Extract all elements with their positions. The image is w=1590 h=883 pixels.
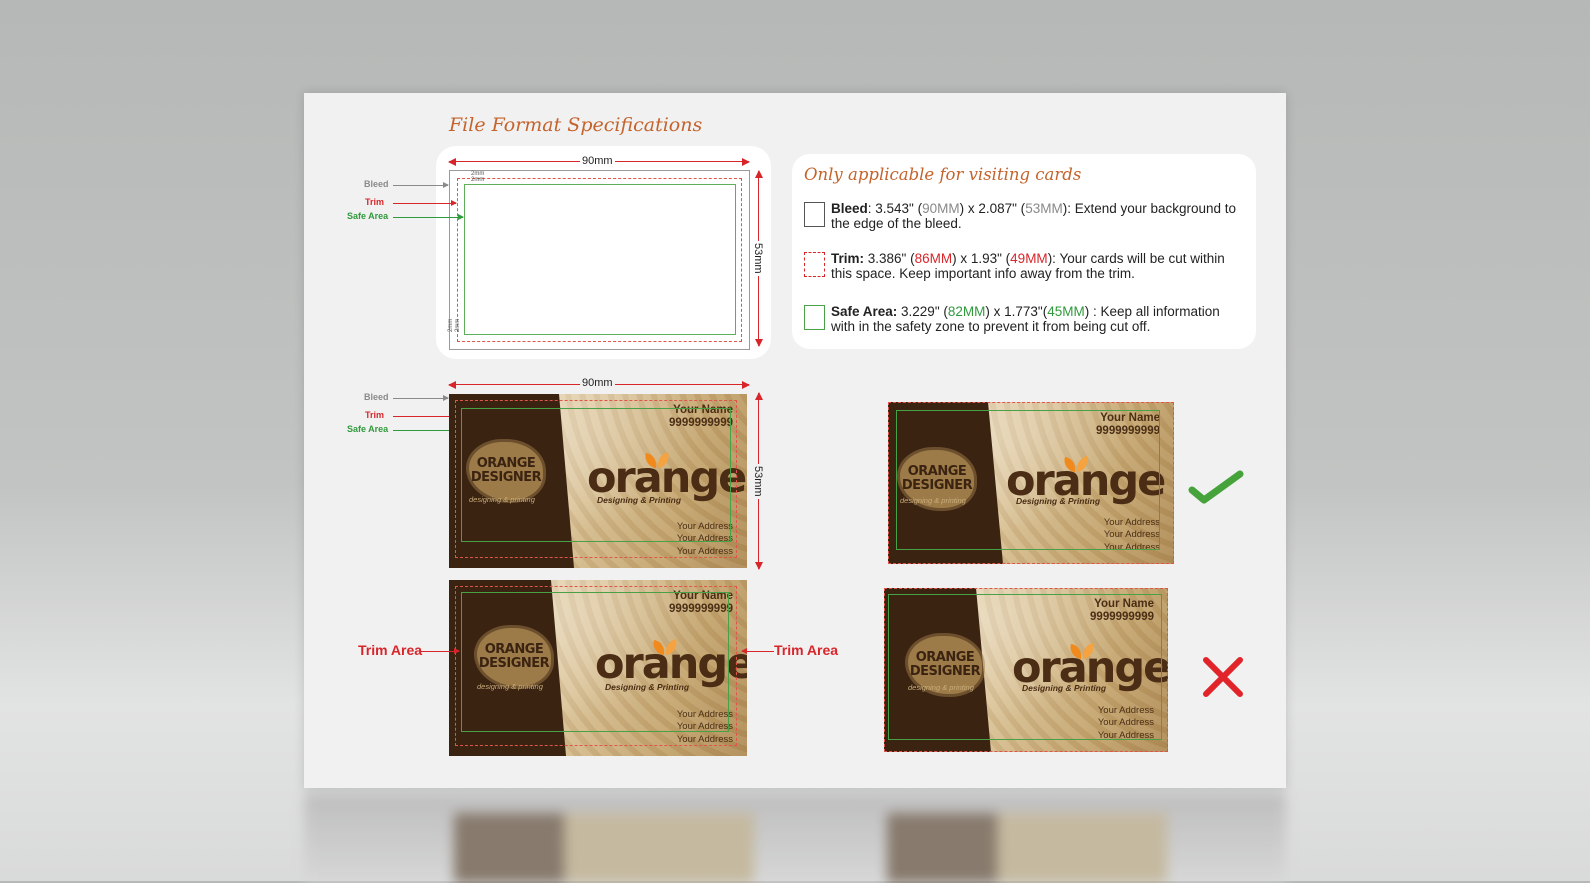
card-trim-line — [884, 588, 1168, 752]
bleed-spec-text: Bleed: 3.543" (90MM) x 2.087" (53MM): Ex… — [831, 201, 1241, 231]
side-margin-label: 2mm — [448, 318, 454, 332]
trim-pointer-arrow — [393, 200, 457, 206]
trim-swatch — [804, 252, 825, 277]
safe-term: Safe Area: — [831, 304, 898, 319]
trim-area-label-right: Trim Area — [774, 642, 839, 658]
trim-mm-height: 49MM — [1010, 251, 1048, 266]
trim-margin-label: 2mm — [471, 177, 485, 183]
safe-area-label: Safe Area — [347, 211, 389, 221]
reflection-card-gold — [564, 813, 754, 883]
safe-text-a: 3.229" ( — [897, 304, 948, 319]
visiting-card-info-panel: Only applicable for visiting cards Bleed… — [792, 154, 1256, 349]
reflection-card-gold — [997, 813, 1167, 883]
correct-example-card: ORANGE DESIGNER designing & printing You… — [888, 402, 1174, 564]
reflection-card-dark — [454, 813, 564, 883]
trim-text-a: 3.386" ( — [864, 251, 915, 266]
bleed-pointer-arrow — [393, 395, 449, 401]
trim-spec-text: Trim: 3.386" (86MM) x 1.93" (49MM): Your… — [831, 251, 1241, 281]
safe-area-box — [464, 184, 736, 335]
trim-term: Trim: — [831, 251, 865, 266]
bleed-term: Bleed — [831, 201, 868, 216]
wrong-example-card: ORANGE DESIGNER designing & printing You… — [884, 588, 1168, 752]
card-width-dimension-label: 90mm — [580, 377, 615, 389]
trim-area-label-left: Trim Area — [358, 642, 423, 658]
bleed-mm-width: 90MM — [922, 201, 960, 216]
bleed-label: Bleed — [364, 392, 389, 402]
trim-area-example-card: ORANGE DESIGNER designing & printing You… — [449, 580, 747, 756]
cross-mark-icon — [1203, 657, 1243, 697]
card-trim-line — [455, 400, 737, 558]
bleed-swatch — [804, 202, 825, 227]
bleed-text-a: : 3.543" ( — [867, 201, 923, 216]
trim-area-pointer-right — [741, 648, 774, 654]
height-dimension-label: 53mm — [752, 241, 764, 276]
card-height-dimension-label: 53mm — [752, 464, 764, 499]
side-margin-label: 2mm — [455, 318, 461, 332]
trim-label: Trim — [365, 197, 385, 207]
safe-mm-width: 82MM — [947, 304, 986, 319]
reflection-card-dark — [887, 813, 997, 883]
bleed-mm-height: 53MM — [1025, 201, 1063, 216]
safe-mm-height: 45MM — [1047, 304, 1085, 319]
trim-pointer-arrow — [393, 413, 457, 419]
trim-text-b: ) x 1.93" ( — [952, 251, 1011, 266]
width-dimension-label: 90mm — [580, 155, 615, 167]
bleed-label: Bleed — [364, 179, 389, 189]
info-heading: Only applicable for visiting cards — [804, 165, 1082, 184]
trim-mm-width: 86MM — [914, 251, 953, 266]
card-trim-line — [455, 586, 737, 746]
bleed-text-b: ) x 2.087" ( — [959, 201, 1026, 216]
page-title: File Format Specifications — [449, 114, 703, 136]
sheet-reflection — [304, 793, 1286, 883]
trim-label: Trim — [365, 410, 385, 420]
bleed-example-card: ORANGE DESIGNER designing & printing You… — [449, 394, 747, 568]
trim-area-pointer-left — [421, 648, 460, 654]
safe-swatch — [804, 305, 825, 330]
safe-text-b: ) x 1.773"( — [985, 304, 1048, 319]
safe-spec-text: Safe Area: 3.229" (82MM) x 1.773"(45MM) … — [831, 304, 1241, 334]
bleed-pointer-arrow — [393, 182, 449, 188]
check-mark-icon — [1188, 470, 1244, 504]
safe-area-pointer-arrow — [393, 214, 464, 220]
safe-area-label: Safe Area — [347, 424, 389, 434]
card-trim-line — [888, 402, 1174, 564]
